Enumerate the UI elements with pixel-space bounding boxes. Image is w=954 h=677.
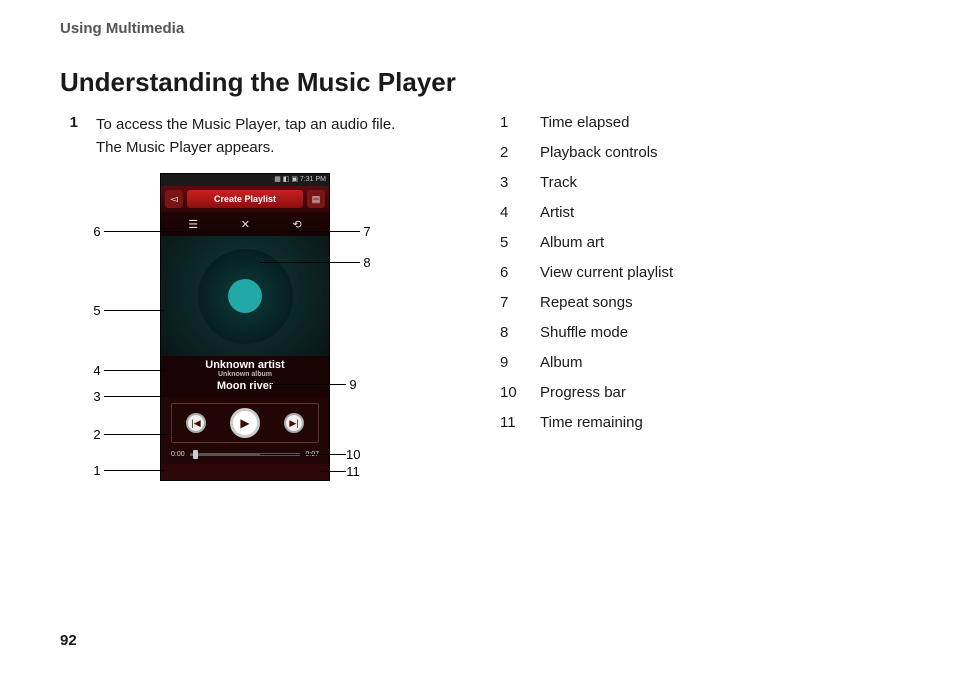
playback-controls: |◀ ▶ ▶|: [161, 397, 329, 447]
callout-num: 10: [346, 447, 360, 462]
status-icons: ▦ ◧ ▣: [274, 175, 298, 183]
legend-row: 10 Progress bar: [500, 384, 894, 401]
status-time: 7:31 PM: [300, 176, 326, 183]
legend-number: 11: [500, 414, 518, 431]
legend-number: 10: [500, 384, 518, 401]
callout-3: 3: [90, 389, 164, 404]
legend-label: Time remaining: [540, 414, 643, 431]
callout-num: 4: [90, 363, 104, 378]
legend-column: 1 Time elapsed 2 Playback controls 3 Track 4 Ar…: [500, 114, 894, 503]
step-row: 1 To access the Music Player, tap an aud…: [60, 114, 460, 159]
legend-label: View current playlist: [540, 264, 673, 281]
legend-row: 9 Album: [500, 354, 894, 371]
progress-handle: [193, 450, 198, 459]
section-header: Using Multimedia: [60, 20, 894, 37]
page-number: 92: [60, 632, 77, 649]
legend-row: 2 Playback controls: [500, 144, 894, 161]
legend-row: 3 Track: [500, 174, 894, 191]
back-icon: ◅: [165, 190, 183, 208]
legend-row: 8 Shuffle mode: [500, 324, 894, 341]
legend-row: 4 Artist: [500, 204, 894, 221]
legend-number: 7: [500, 294, 518, 311]
callout-10: 10: [260, 447, 360, 462]
callout-11: 11: [320, 464, 360, 479]
legend-row: 5 Album art: [500, 234, 894, 251]
left-column: 1 To access the Music Player, tap an aud…: [60, 114, 460, 503]
callout-num: 6: [90, 224, 104, 239]
create-playlist-button: Create Playlist: [187, 190, 303, 208]
legend-number: 4: [500, 204, 518, 221]
callout-num: 1: [90, 463, 104, 478]
legend-row: 1 Time elapsed: [500, 114, 894, 131]
legend-row: 7 Repeat songs: [500, 294, 894, 311]
legend-row: 6 View current playlist: [500, 264, 894, 281]
legend-label: Repeat songs: [540, 294, 633, 311]
callout-num: 11: [346, 464, 360, 479]
album-art: [161, 236, 329, 356]
legend-label: Shuffle mode: [540, 324, 628, 341]
callout-num: 8: [360, 255, 374, 270]
callout-num: 9: [346, 377, 360, 392]
callout-6: 6: [90, 224, 184, 239]
callout-num: 7: [360, 224, 374, 239]
diagram: ▦ ◧ ▣ 7:31 PM ◅ Create Playlist ▤ ☰ ✕ ⟲: [60, 173, 460, 503]
legend-number: 8: [500, 324, 518, 341]
step-line-2: The Music Player appears.: [96, 139, 274, 156]
callout-2: 2: [90, 427, 176, 442]
page-title: Understanding the Music Player: [60, 67, 894, 98]
artist-label: Unknown artist: [161, 359, 329, 371]
callout-1: 1: [90, 463, 164, 478]
callout-4: 4: [90, 363, 164, 378]
legend-label: Track: [540, 174, 577, 191]
legend-label: Progress bar: [540, 384, 626, 401]
legend-number: 3: [500, 174, 518, 191]
legend-label: Album art: [540, 234, 604, 251]
callout-5: 5: [90, 303, 164, 318]
top-bar: ◅ Create Playlist ▤: [161, 186, 329, 212]
next-icon: ▶|: [284, 413, 304, 433]
callout-num: 5: [90, 303, 104, 318]
shuffle-icon: ✕: [241, 218, 250, 231]
legend-label: Album: [540, 354, 583, 371]
controls-box: |◀ ▶ ▶|: [171, 403, 319, 443]
step-number: 1: [60, 114, 78, 159]
time-elapsed: 0:00: [171, 451, 185, 458]
step-line-1: To access the Music Player, tap an audio…: [96, 116, 395, 133]
playlist-icon: ☰: [188, 218, 198, 231]
step-text: To access the Music Player, tap an audio…: [96, 114, 395, 159]
legend-number: 9: [500, 354, 518, 371]
status-bar: ▦ ◧ ▣ 7:31 PM: [161, 174, 329, 186]
phone-screenshot: ▦ ◧ ▣ 7:31 PM ◅ Create Playlist ▤ ☰ ✕ ⟲: [160, 173, 330, 481]
legend-label: Artist: [540, 204, 574, 221]
legend-label: Playback controls: [540, 144, 658, 161]
play-icon: ▶: [230, 408, 260, 438]
legend-number: 6: [500, 264, 518, 281]
callout-8: 8: [260, 255, 374, 270]
callout-num: 3: [90, 389, 104, 404]
legend-number: 2: [500, 144, 518, 161]
legend-row: 11 Time remaining: [500, 414, 894, 431]
callout-9: 9: [270, 377, 360, 392]
callout-num: 2: [90, 427, 104, 442]
legend-label: Time elapsed: [540, 114, 630, 131]
prev-icon: |◀: [186, 413, 206, 433]
menu-icon: ▤: [307, 190, 325, 208]
callout-7: 7: [290, 224, 374, 239]
legend-number: 1: [500, 114, 518, 131]
legend-number: 5: [500, 234, 518, 251]
